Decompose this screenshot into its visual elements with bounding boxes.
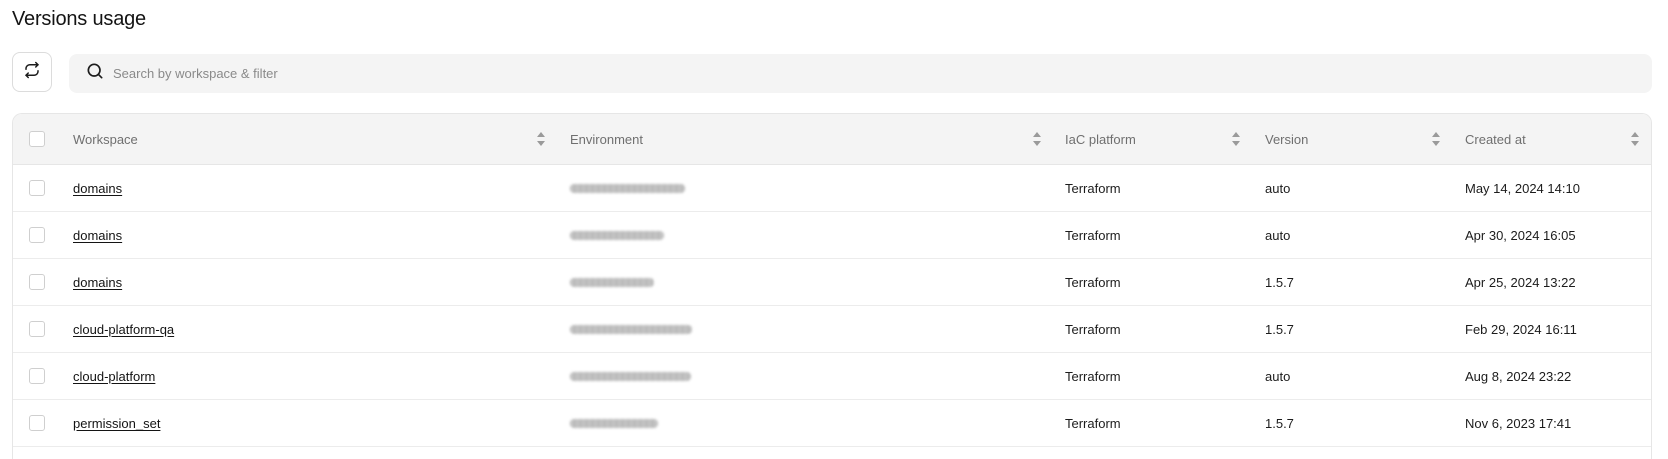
row-checkbox[interactable] <box>29 227 45 243</box>
iac-platform-cell: Terraform <box>1065 321 1121 337</box>
version-cell: 1.5.7 <box>1265 321 1294 337</box>
column-header-version[interactable]: Version <box>1265 114 1308 164</box>
refresh-icon <box>23 61 41 84</box>
created-at-cell: Nov 6, 2023 17:41 <box>1465 415 1572 431</box>
versions-table: Workspace Environment IaC platform Versi… <box>12 113 1652 459</box>
version-cell: 1.5.7 <box>1265 274 1294 290</box>
row-checkbox[interactable] <box>29 368 45 384</box>
row-checkbox-cell <box>29 400 45 446</box>
version-cell: auto <box>1265 368 1291 384</box>
row-checkbox-cell <box>29 212 45 258</box>
environment-cell <box>570 212 664 258</box>
environment-cell <box>570 306 692 352</box>
redacted-environment <box>570 418 658 428</box>
environment-cell <box>570 165 685 211</box>
workspace-link[interactable]: domains <box>73 181 122 196</box>
row-checkbox-cell <box>29 259 45 305</box>
header-checkbox-cell <box>29 114 45 164</box>
table-row: domains Terraform auto Apr 30, 2024 16:0… <box>13 212 1651 259</box>
table-header: Workspace Environment IaC platform Versi… <box>13 114 1651 165</box>
row-checkbox[interactable] <box>29 321 45 337</box>
redacted-environment <box>570 277 654 287</box>
redacted-environment <box>570 371 691 381</box>
table-row: domains Terraform 1.5.7 Apr 25, 2024 13:… <box>13 259 1651 306</box>
workspace-link[interactable]: cloud-platform <box>73 369 155 384</box>
iac-platform-cell: Terraform <box>1065 180 1121 196</box>
iac-platform-cell: Terraform <box>1065 274 1121 290</box>
environment-cell <box>570 400 658 446</box>
created-at-cell: May 14, 2024 14:10 <box>1465 180 1580 196</box>
table-row: domains Terraform auto May 14, 2024 14:1… <box>13 165 1651 212</box>
iac-platform-cell: Terraform <box>1065 227 1121 243</box>
refresh-button[interactable] <box>12 52 52 92</box>
select-all-checkbox[interactable] <box>29 131 45 147</box>
redacted-environment <box>570 183 685 193</box>
column-header-environment[interactable]: Environment <box>570 114 643 164</box>
table-row: permission_set Terraform 1.5.7 Nov 6, 20… <box>13 400 1651 447</box>
column-header-created-at[interactable]: Created at <box>1465 114 1526 164</box>
sort-icon[interactable] <box>1032 131 1042 147</box>
created-at-cell: Apr 25, 2024 13:22 <box>1465 274 1576 290</box>
search-bar[interactable] <box>69 54 1652 93</box>
sort-icon[interactable] <box>1231 131 1241 147</box>
version-cell: auto <box>1265 227 1291 243</box>
workspace-link[interactable]: domains <box>73 275 122 290</box>
iac-platform-cell: Terraform <box>1065 368 1121 384</box>
redacted-environment <box>570 230 664 240</box>
table-row-partial <box>13 447 1651 459</box>
sort-icon[interactable] <box>1630 131 1640 147</box>
table-row: cloud-platform Terraform auto Aug 8, 202… <box>13 353 1651 400</box>
created-at-cell: Feb 29, 2024 16:11 <box>1465 321 1577 337</box>
row-checkbox[interactable] <box>29 274 45 290</box>
column-header-workspace[interactable]: Workspace <box>73 114 138 164</box>
row-checkbox-cell <box>29 165 45 211</box>
iac-platform-cell: Terraform <box>1065 415 1121 431</box>
created-at-cell: Apr 30, 2024 16:05 <box>1465 227 1576 243</box>
search-input[interactable] <box>113 66 1652 81</box>
sort-icon[interactable] <box>1431 131 1441 147</box>
table-row: cloud-platform-qa Terraform 1.5.7 Feb 29… <box>13 306 1651 353</box>
redacted-environment <box>570 324 692 334</box>
created-at-cell: Aug 8, 2024 23:22 <box>1465 368 1572 384</box>
search-icon <box>85 61 105 86</box>
row-checkbox[interactable] <box>29 415 45 431</box>
column-header-iac-platform[interactable]: IaC platform <box>1065 114 1136 164</box>
row-checkbox[interactable] <box>29 180 45 196</box>
environment-cell <box>570 259 654 305</box>
version-cell: auto <box>1265 180 1291 196</box>
workspace-link[interactable]: permission_set <box>73 416 160 431</box>
version-cell: 1.5.7 <box>1265 415 1294 431</box>
page-title: Versions usage <box>12 8 146 30</box>
workspace-link[interactable]: cloud-platform-qa <box>73 322 174 337</box>
row-checkbox-cell <box>29 353 45 399</box>
workspace-link[interactable]: domains <box>73 228 122 243</box>
row-checkbox-cell <box>29 306 45 352</box>
environment-cell <box>570 353 691 399</box>
sort-icon[interactable] <box>536 131 546 147</box>
